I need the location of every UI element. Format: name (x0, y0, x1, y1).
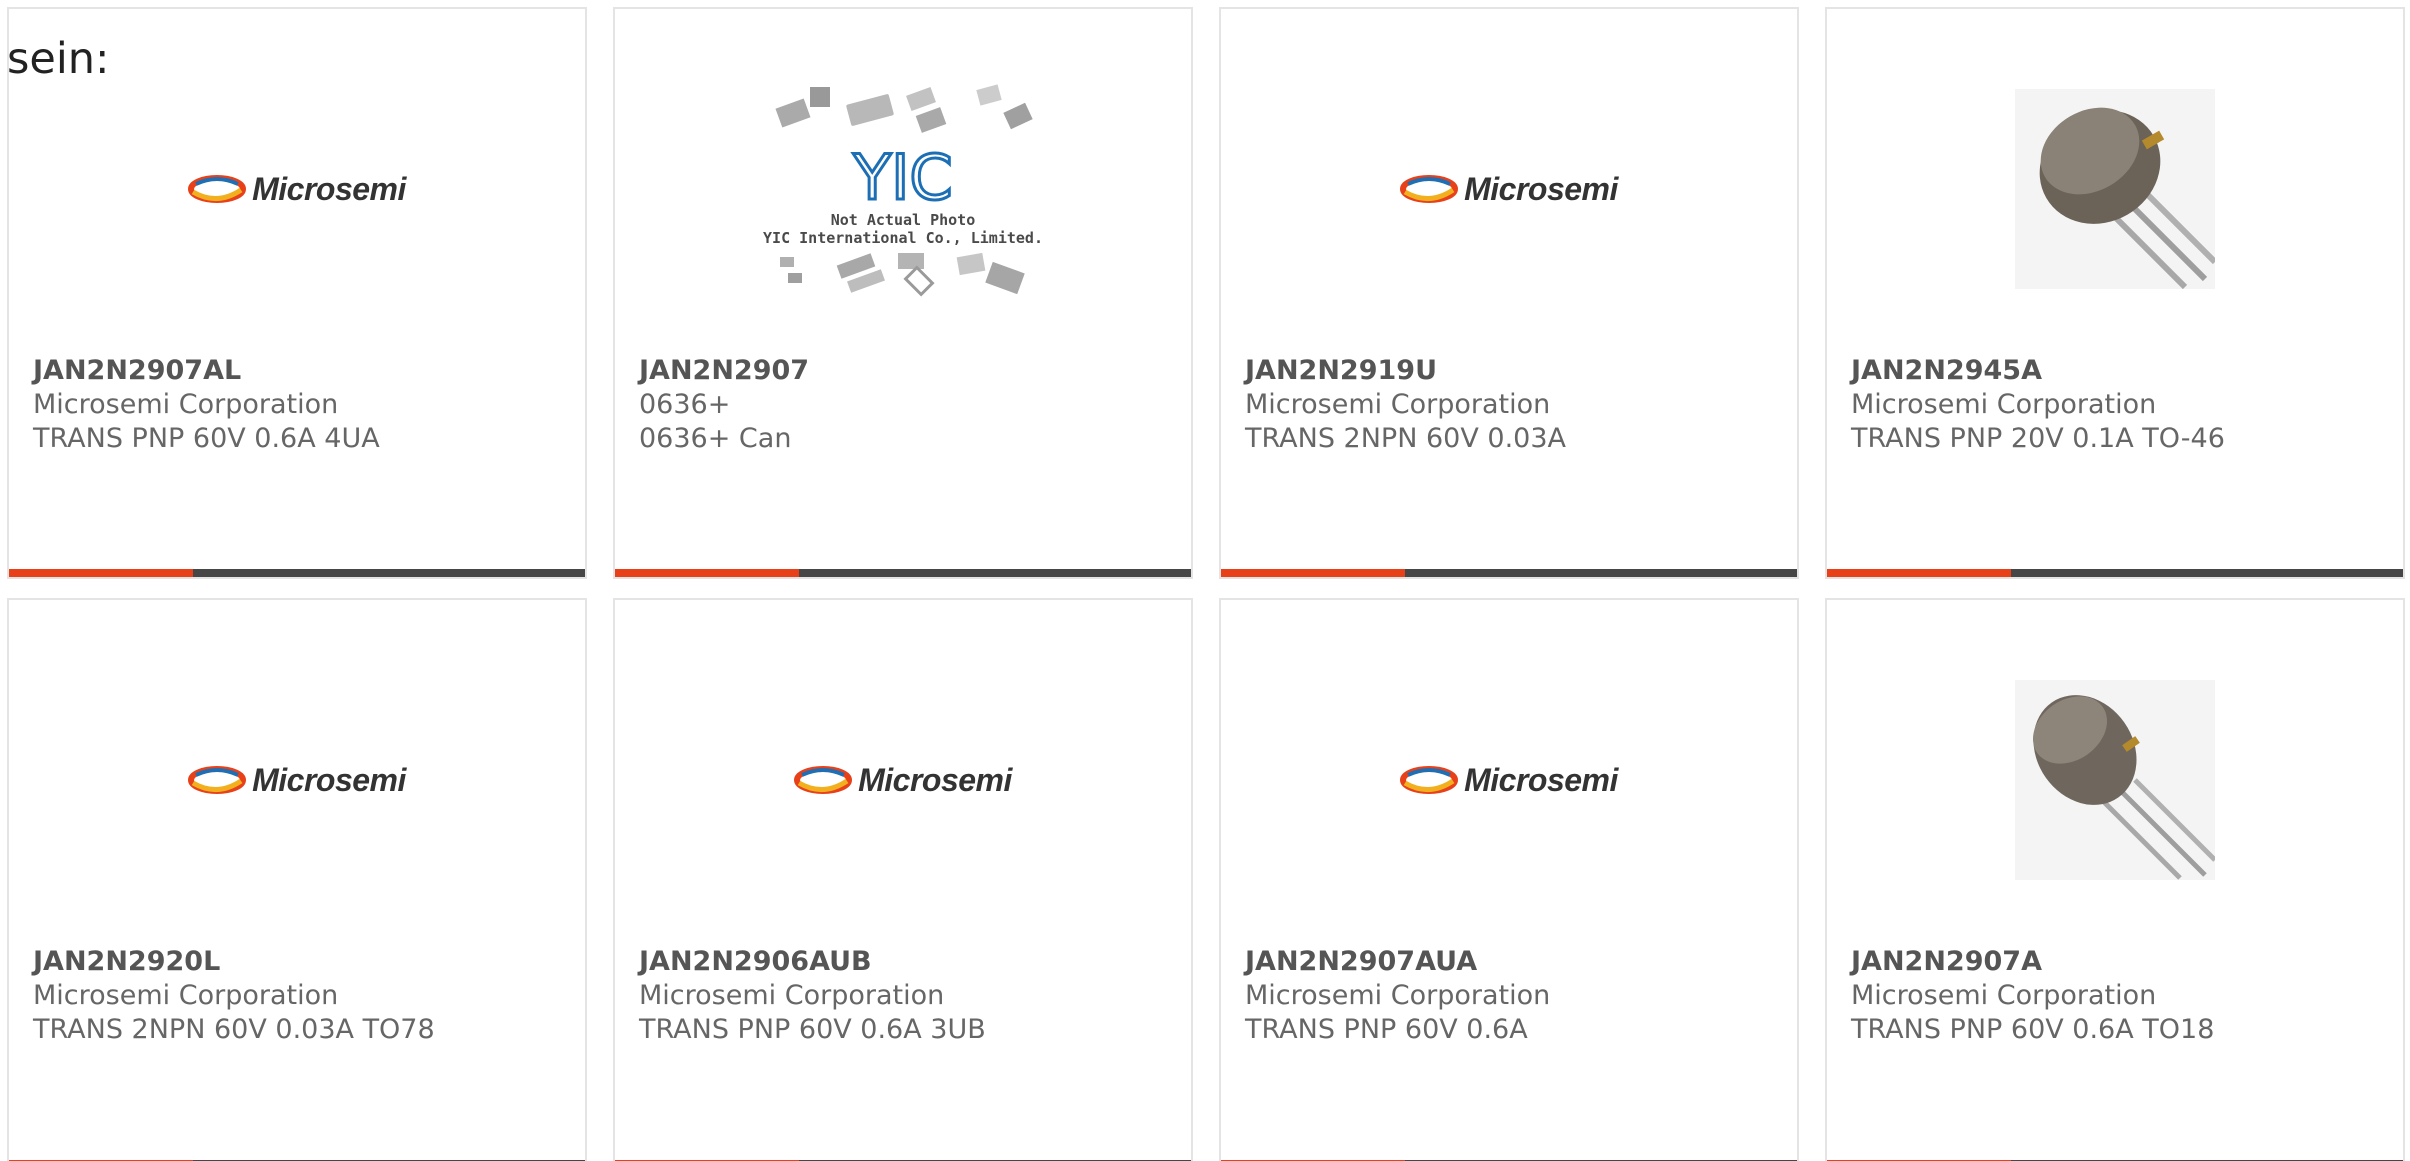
product-card[interactable]: JAN2N2945A Microsemi Corporation TRANS P… (1825, 7, 2405, 579)
manufacturer: Microsemi Corporation (1245, 389, 1551, 420)
product-card[interactable]: YIC Not Actual Photo YIC International C… (613, 7, 1193, 579)
part-number[interactable]: JAN2N2907 (639, 354, 809, 388)
product-image: Microsemi (9, 69, 585, 309)
product-card[interactable]: Microsemi JAN2N2907AL Microsemi Corporat… (7, 7, 587, 579)
product-image (1827, 69, 2403, 309)
svg-text:YIC: YIC (852, 141, 952, 211)
chip-packages-icon (775, 84, 1033, 133)
product-image (1827, 660, 2403, 900)
manufacturer: 0636+ (639, 389, 731, 420)
heading-fragment: sein: (7, 34, 110, 84)
microsemi-logo: Microsemi (188, 762, 406, 799)
card-bar (1827, 569, 2403, 577)
microsemi-swirl-icon (1400, 766, 1459, 794)
description: TRANS 2NPN 60V 0.03A TO78 (33, 1014, 435, 1045)
description: TRANS PNP 20V 0.1A TO-46 (1851, 423, 2225, 454)
description: TRANS PNP 60V 0.6A (1245, 1014, 1528, 1045)
manufacturer: Microsemi Corporation (639, 980, 945, 1011)
description: TRANS 2NPN 60V 0.03A (1245, 423, 1566, 454)
part-number[interactable]: JAN2N2906AUB (639, 945, 872, 979)
card-bar (9, 569, 585, 577)
yic-placeholder-image: YIC Not Actual Photo YIC International C… (763, 81, 1043, 297)
microsemi-logo: Microsemi (1400, 171, 1618, 208)
manufacturer: Microsemi Corporation (33, 980, 339, 1011)
product-image: Microsemi (1221, 69, 1797, 309)
part-number[interactable]: JAN2N2907AL (33, 354, 241, 388)
part-number[interactable]: JAN2N2907A (1851, 945, 2042, 979)
manufacturer: Microsemi Corporation (1851, 980, 2157, 1011)
product-card[interactable]: JAN2N2907A Microsemi Corporation TRANS P… (1825, 598, 2405, 1161)
microsemi-logo: Microsemi (188, 171, 406, 208)
microsemi-swirl-icon (1400, 175, 1459, 203)
description: TRANS PNP 60V 0.6A 3UB (639, 1014, 986, 1045)
product-image: Microsemi (615, 660, 1191, 900)
description: TRANS PNP 60V 0.6A TO18 (1851, 1014, 2215, 1045)
product-card[interactable]: Microsemi JAN2N2906AUB Microsemi Corpora… (613, 598, 1193, 1161)
microsemi-swirl-icon (188, 175, 247, 203)
microsemi-swirl-icon (188, 766, 247, 794)
product-grid-page: sein: Microsemi JAN2N2907AL Microsemi Co… (0, 0, 2410, 1161)
yic-logo-icon: YIC (851, 141, 954, 211)
chip-packages-icon (780, 252, 1025, 297)
product-card[interactable]: Microsemi JAN2N2919U Microsemi Corporati… (1219, 7, 1799, 579)
manufacturer: Microsemi Corporation (1851, 389, 2157, 420)
transistor-can-icon (2015, 89, 2215, 289)
part-number[interactable]: JAN2N2920L (33, 945, 220, 979)
card-bar (615, 569, 1191, 577)
description: 0636+ Can (639, 423, 792, 454)
part-number[interactable]: JAN2N2919U (1245, 354, 1437, 388)
manufacturer: Microsemi Corporation (33, 389, 339, 420)
microsemi-logo: Microsemi (794, 762, 1012, 799)
product-image: YIC Not Actual Photo YIC International C… (615, 69, 1191, 309)
product-image: Microsemi (1221, 660, 1797, 900)
microsemi-logo: Microsemi (1400, 762, 1618, 799)
description: TRANS PNP 60V 0.6A 4UA (33, 423, 380, 454)
part-number[interactable]: JAN2N2907AUA (1245, 945, 1477, 979)
product-card[interactable]: Microsemi JAN2N2920L Microsemi Corporati… (7, 598, 587, 1161)
product-card[interactable]: Microsemi JAN2N2907AUA Microsemi Corpora… (1219, 598, 1799, 1161)
transistor-can-icon (2015, 680, 2215, 880)
product-image: Microsemi (9, 660, 585, 900)
microsemi-swirl-icon (794, 766, 853, 794)
card-bar (1221, 569, 1797, 577)
manufacturer: Microsemi Corporation (1245, 980, 1551, 1011)
part-number[interactable]: JAN2N2945A (1851, 354, 2042, 388)
